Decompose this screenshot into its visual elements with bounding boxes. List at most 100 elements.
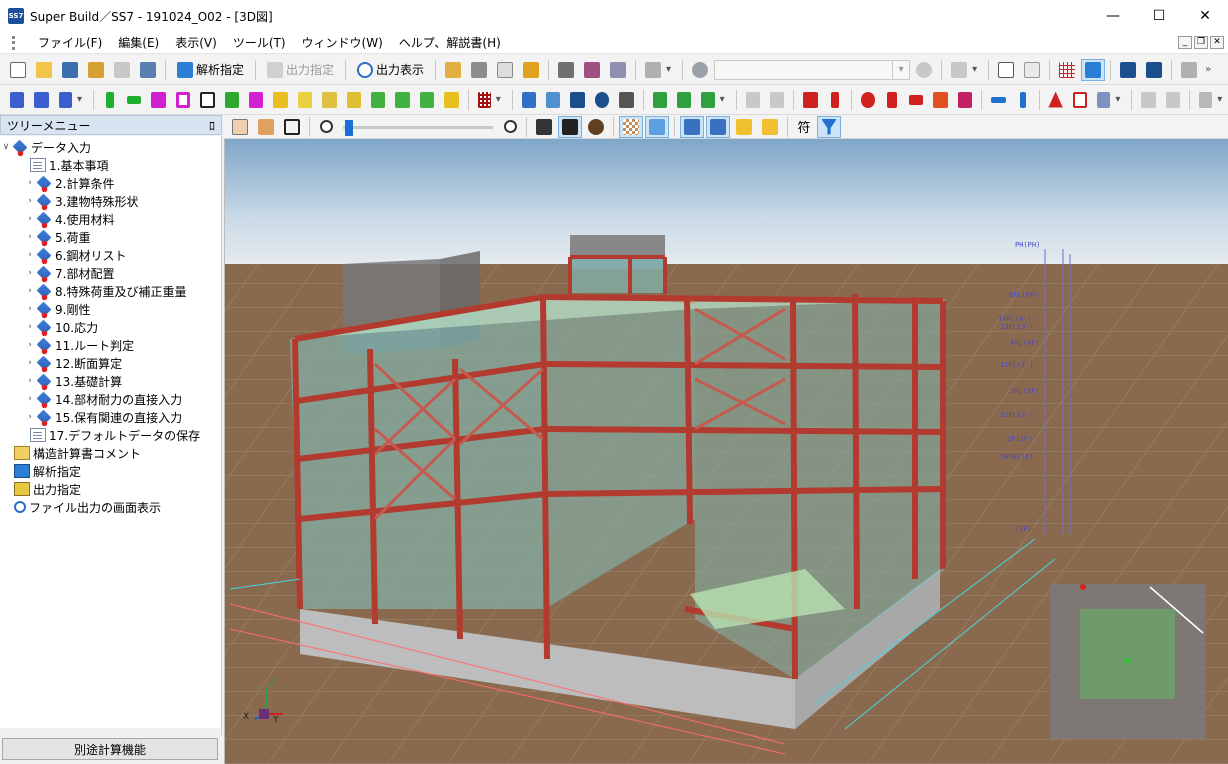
- frame-button[interactable]: [6, 89, 28, 111]
- sheet-button[interactable]: [493, 59, 517, 81]
- hinge-button[interactable]: [615, 89, 637, 111]
- redo-button[interactable]: [912, 59, 936, 81]
- layers-button[interactable]: [467, 59, 491, 81]
- chevron-right-icon[interactable]: ›: [24, 214, 36, 224]
- sort-up-button[interactable]: [1116, 59, 1140, 81]
- tree-item-10[interactable]: › 10.応力: [0, 318, 221, 336]
- wall-button[interactable]: [147, 89, 169, 111]
- 3d-scene[interactable]: PH(PH) RFL(RF) 14FL(4-) 13FL(3-) 4FL(4F)…: [225, 139, 1228, 764]
- film-button[interactable]: [532, 116, 556, 138]
- grid-toggle-button[interactable]: [1081, 58, 1106, 81]
- chevron-right-icon[interactable]: ›: [24, 250, 36, 260]
- menu-help[interactable]: ヘルプ、解説書(H): [391, 34, 509, 51]
- tree-item-17[interactable]: 17.デフォルトデータの保存: [0, 426, 221, 444]
- tree-item-output[interactable]: 出力指定: [0, 480, 221, 498]
- chevron-right-icon[interactable]: ›: [24, 196, 36, 206]
- brace-button[interactable]: [221, 89, 243, 111]
- parapet-button[interactable]: [416, 89, 438, 111]
- zoom-out-button[interactable]: [315, 116, 337, 138]
- chevron-right-icon[interactable]: ›: [24, 268, 36, 278]
- print-preview-button[interactable]: [580, 59, 604, 81]
- triangle-button[interactable]: [1044, 89, 1066, 111]
- tree-item-9[interactable]: › 9.剛性: [0, 300, 221, 318]
- light3-button[interactable]: [732, 116, 756, 138]
- separate-calc-button[interactable]: 別途計算機能: [2, 738, 218, 760]
- light1-button[interactable]: [680, 115, 704, 138]
- chevron-right-icon[interactable]: ›: [24, 178, 36, 188]
- undo-history-combo[interactable]: [714, 59, 911, 80]
- minimap[interactable]: [1050, 584, 1205, 739]
- load-vertical-button[interactable]: [881, 89, 903, 111]
- tree-item-13[interactable]: › 13.基礎計算: [0, 372, 221, 390]
- load-area-button[interactable]: [929, 89, 951, 111]
- grid-button[interactable]: [1055, 59, 1079, 81]
- connect-v-button[interactable]: [1012, 89, 1034, 111]
- pin-icon[interactable]: ﾛ: [209, 117, 215, 134]
- node-button[interactable]: [566, 89, 588, 111]
- connect-h-button[interactable]: [987, 89, 1009, 111]
- link-button[interactable]: [766, 89, 788, 111]
- chevron-down-icon[interactable]: ∨: [0, 142, 12, 152]
- tree-item-6[interactable]: › 6.鋼材リスト: [0, 246, 221, 264]
- mesh-button[interactable]: ▾: [474, 89, 507, 111]
- mdi-minimize-button[interactable]: _: [1178, 36, 1192, 49]
- filter-button[interactable]: [817, 115, 841, 138]
- 3d-viewport[interactable]: PH(PH) RFL(RF) 14FL(4-) 13FL(3-) 4FL(4F)…: [224, 139, 1228, 764]
- corner-button[interactable]: [673, 89, 695, 111]
- tree-item-8[interactable]: › 8.特殊荷重及び補正重量: [0, 282, 221, 300]
- move-button[interactable]: [1177, 59, 1201, 81]
- cube-button[interactable]: ▾: [1093, 89, 1126, 111]
- chevron-right-icon[interactable]: ›: [24, 412, 36, 422]
- copy-button[interactable]: [441, 59, 465, 81]
- tree-item-file-output[interactable]: ファイル出力の画面表示: [0, 498, 221, 516]
- hand-tool-button[interactable]: [228, 116, 252, 138]
- tree-splitter[interactable]: [0, 728, 222, 736]
- close-button[interactable]: ✕: [1182, 0, 1228, 32]
- mail-button[interactable]: [318, 89, 340, 111]
- tree-item-14[interactable]: › 14.部材耐力の直接入力: [0, 390, 221, 408]
- print-setup-button[interactable]: [606, 59, 630, 81]
- tree-item-5[interactable]: › 5.荷重: [0, 228, 221, 246]
- load-down-button[interactable]: [799, 89, 821, 111]
- sky-button[interactable]: [645, 115, 669, 138]
- tree-item-12[interactable]: › 12.断面算定: [0, 354, 221, 372]
- tree-item-7[interactable]: › 7.部材配置: [0, 264, 221, 282]
- maximize-button[interactable]: ☐: [1136, 0, 1182, 32]
- menu-file[interactable]: ファイル(F): [30, 34, 110, 51]
- girder-button[interactable]: [123, 89, 145, 111]
- menu-window[interactable]: ウィンドウ(W): [294, 34, 391, 51]
- zoom-in-button[interactable]: [499, 116, 521, 138]
- floor-stack-button[interactable]: ▾: [55, 89, 88, 111]
- delete-button[interactable]: ▾: [947, 59, 983, 81]
- panel-button[interactable]: [245, 89, 267, 111]
- output-spec-button[interactable]: 出力指定: [261, 59, 340, 81]
- menu-tools[interactable]: ツール(T): [225, 34, 294, 51]
- undo-button[interactable]: [688, 59, 712, 81]
- crop-button[interactable]: [280, 116, 304, 138]
- camera-button[interactable]: [558, 115, 582, 138]
- column-button[interactable]: [99, 89, 121, 111]
- menu-grip-icon[interactable]: [12, 35, 22, 50]
- save-as-button[interactable]: [136, 59, 160, 81]
- chevron-right-icon[interactable]: ›: [24, 376, 36, 386]
- chevron-right-icon[interactable]: ›: [24, 358, 36, 368]
- load-horizontal-button[interactable]: [905, 89, 927, 111]
- comment-button[interactable]: ▾: [641, 59, 677, 81]
- stair-button[interactable]: [391, 89, 413, 111]
- import-button[interactable]: [58, 59, 82, 81]
- tree-item-4[interactable]: › 4.使用材料: [0, 210, 221, 228]
- tree-item-3[interactable]: › 3.建物特殊形状: [0, 192, 221, 210]
- print-button[interactable]: [554, 59, 578, 81]
- tree-item-15[interactable]: › 15.保有関連の直接入力: [0, 408, 221, 426]
- open-button[interactable]: [32, 59, 56, 81]
- analysis-spec-button[interactable]: 解析指定: [171, 59, 250, 81]
- eraser2-button[interactable]: [1162, 89, 1184, 111]
- load-diagonal-button[interactable]: [954, 89, 976, 111]
- mdi-restore-button[interactable]: ❐: [1194, 36, 1208, 49]
- minimize-button[interactable]: —: [1090, 0, 1136, 32]
- sort-down-button[interactable]: [1142, 59, 1166, 81]
- tree-item-data-input[interactable]: ∨ データ入力: [0, 138, 221, 156]
- symbol-button[interactable]: 符: [793, 116, 815, 138]
- tree-item-2[interactable]: › 2.計算条件: [0, 174, 221, 192]
- texture-button[interactable]: [619, 115, 643, 138]
